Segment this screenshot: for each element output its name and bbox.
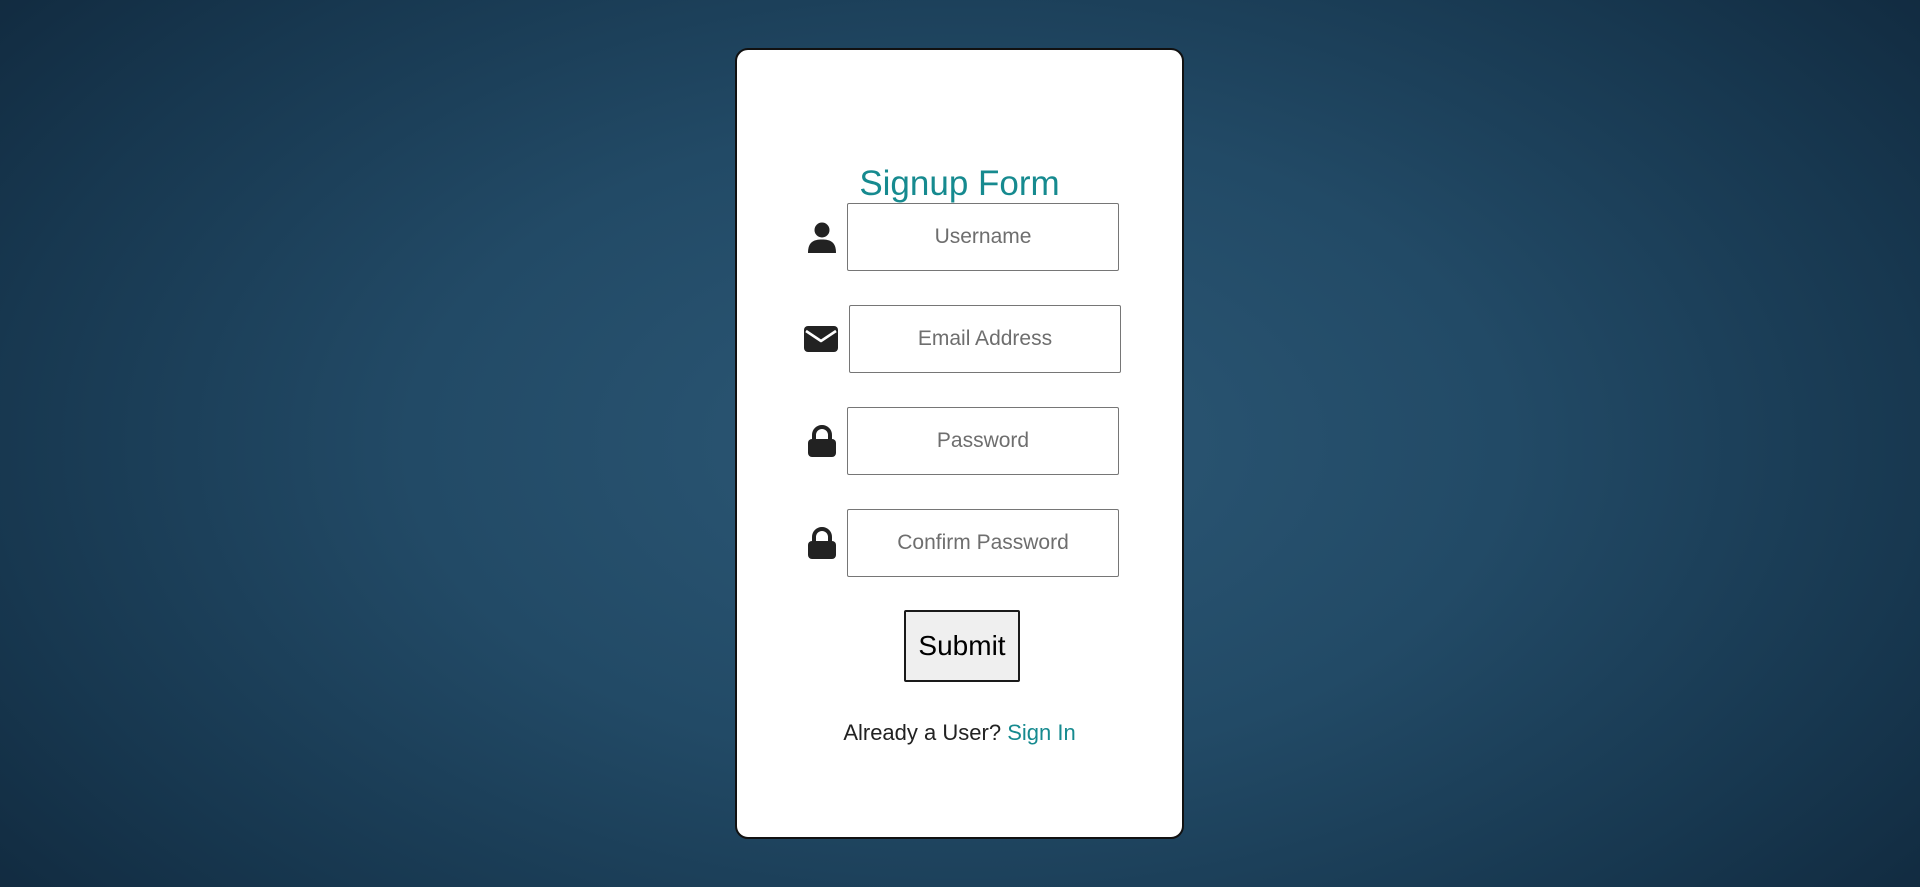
form-title: Signup Form — [859, 164, 1060, 203]
username-row — [805, 203, 1185, 271]
envelope-icon — [803, 322, 839, 356]
signin-prompt: Already a User? Sign In — [737, 722, 1182, 744]
password-input[interactable] — [847, 407, 1119, 475]
submit-button[interactable]: Submit — [904, 610, 1020, 682]
email-row — [803, 305, 1185, 373]
password-row — [805, 407, 1185, 475]
signin-link[interactable]: Sign In — [1007, 720, 1076, 745]
lock-icon — [805, 424, 839, 458]
email-input[interactable] — [849, 305, 1121, 373]
already-user-text: Already a User? — [843, 720, 1002, 745]
user-icon — [805, 220, 839, 254]
confirm-password-row — [805, 509, 1185, 577]
signup-card: Signup Form Username Email Address Submi… — [735, 48, 1184, 839]
confirm-password-input[interactable] — [847, 509, 1119, 577]
username-input[interactable] — [847, 203, 1119, 271]
lock-icon — [805, 526, 839, 560]
